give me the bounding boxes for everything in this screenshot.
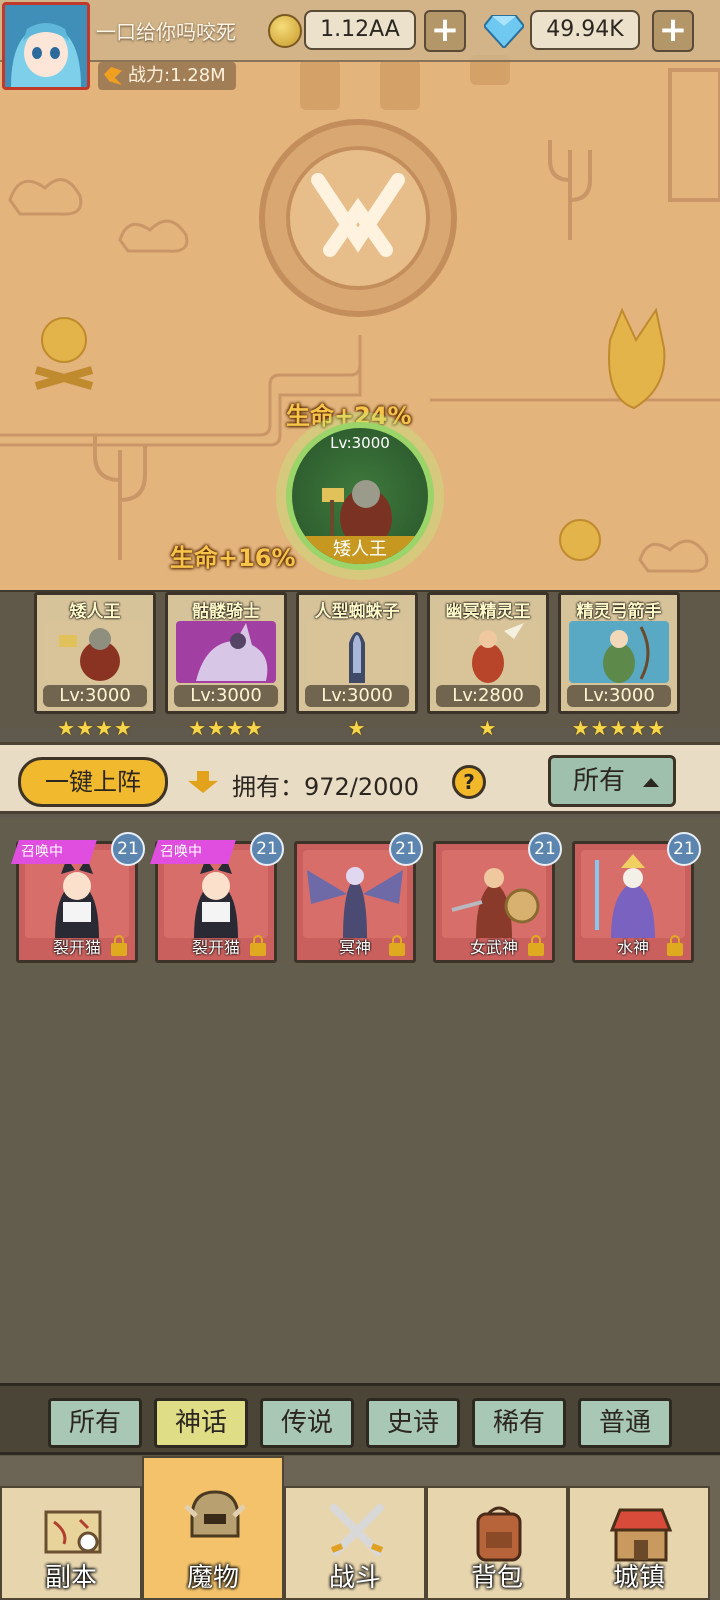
team-monster-art	[438, 621, 538, 683]
summoning-ribbon-text: 召唤中	[160, 844, 202, 860]
team-monster-art	[45, 621, 145, 683]
player-name: 一口给你吗咬死	[96, 20, 236, 44]
bottom-navigation: 副本 魔物 战斗 背包 城镇	[0, 1456, 720, 1600]
team-monster-level: Lv:3000	[567, 685, 671, 707]
featured-name: 矮人王	[292, 536, 428, 564]
monster-card[interactable]: 21 水神	[572, 832, 701, 963]
lock-icon	[528, 935, 544, 956]
nav-label: 魔物	[186, 1563, 239, 1593]
rarity-tab-mythic[interactable]: 神话	[154, 1398, 248, 1448]
collection-controls: 一键上阵 拥有：972/2000 ? 所有	[0, 742, 720, 814]
monster-art	[442, 850, 546, 938]
nav-label: 战斗	[328, 1563, 381, 1593]
rarity-tab-legendary[interactable]: 传说	[260, 1398, 354, 1448]
nav-label: 城镇	[612, 1563, 665, 1593]
lock-icon	[250, 935, 266, 956]
team-slot[interactable]: 矮人王 Lv:3000	[34, 592, 156, 714]
count-badge: 21	[667, 832, 701, 866]
nav-battle[interactable]: 战斗	[284, 1486, 426, 1600]
help-icon[interactable]: ?	[452, 765, 486, 799]
caret-up-icon	[643, 778, 659, 787]
auto-deploy-button[interactable]: 一键上阵	[18, 757, 168, 807]
rarity-filter-bar: 所有 神话 传说 史诗 稀有 普通	[0, 1383, 720, 1455]
world-map: 生命+24% Lv:3000 矮人王 生命+16%	[0, 0, 720, 608]
monster-card[interactable]: 21 冥神	[294, 832, 423, 963]
rarity-tab-common[interactable]: 普通	[578, 1398, 672, 1448]
team-monster-stars: ★	[478, 716, 498, 740]
filter-dropdown-label: 所有	[573, 766, 626, 796]
nav-label: 副本	[44, 1563, 97, 1593]
team-monster-name: 精灵弓箭手	[576, 602, 662, 622]
team-lineup: 矮人王 Lv:3000 骷髅骑士 Lv:3000 人型蜘蛛子 Lv:3000 幽…	[0, 590, 720, 740]
town-shop-icon	[609, 1508, 673, 1562]
add-gems-button[interactable]: +	[652, 10, 694, 52]
monster-helmet-icon	[184, 1490, 246, 1538]
lock-icon	[111, 935, 127, 956]
map-scroll-icon	[44, 1510, 102, 1554]
owned-count: 拥有：972/2000	[232, 773, 419, 801]
nav-dungeon[interactable]: 副本	[0, 1486, 142, 1600]
count-badge: 21	[250, 832, 284, 866]
filter-dropdown[interactable]: 所有	[548, 755, 676, 807]
gold-coin-icon	[268, 14, 302, 48]
count-badge: 21	[389, 832, 423, 866]
team-slot[interactable]: 骷髅骑士 Lv:3000	[165, 592, 287, 714]
add-gold-button[interactable]: +	[424, 10, 466, 52]
team-monster-stars: ★★★★	[57, 716, 133, 740]
team-monster-art	[569, 621, 669, 683]
team-monster-level: Lv:3000	[43, 685, 147, 707]
rarity-tab-rare[interactable]: 稀有	[472, 1398, 566, 1448]
combat-power: 战力:1.28M	[98, 62, 236, 90]
team-slot[interactable]: 幽冥精灵王 Lv:2800	[427, 592, 549, 714]
team-monster-name: 人型蜘蛛子	[314, 602, 400, 622]
lock-icon	[667, 935, 683, 956]
nav-label: 背包	[470, 1563, 523, 1593]
team-monster-art	[176, 621, 276, 683]
count-badge: 21	[111, 832, 145, 866]
lock-icon	[389, 935, 405, 956]
summoning-ribbon: 召唤中	[11, 840, 97, 864]
down-arrow-icon	[188, 771, 218, 793]
power-icon	[104, 67, 122, 85]
crossed-swords-icon	[330, 1504, 384, 1556]
anime-girl-portrait	[5, 5, 87, 87]
team-monster-name: 矮人王	[69, 602, 121, 622]
second-bonus-text: 生命+16%	[170, 544, 296, 572]
team-monster-level: Lv:3000	[174, 685, 278, 707]
monster-art	[303, 850, 407, 938]
diamond-icon	[484, 15, 524, 48]
monster-card[interactable]: 21 女武神	[433, 832, 562, 963]
monster-collection-grid: 召唤中 21 裂开猫 召唤中 21 裂开猫 21 冥神 21 女武神 21 水神	[0, 817, 720, 1383]
team-monster-name: 幽冥精灵王	[445, 602, 531, 622]
monster-card[interactable]: 召唤中 21 裂开猫	[150, 832, 284, 963]
backpack-icon	[476, 1506, 522, 1562]
count-badge: 21	[528, 832, 562, 866]
nav-town[interactable]: 城镇	[568, 1486, 710, 1600]
monster-card[interactable]: 召唤中 21 裂开猫	[11, 832, 145, 963]
gem-amount: 49.94K	[530, 10, 640, 50]
team-monster-stars: ★	[347, 716, 367, 740]
team-monster-level: Lv:3000	[305, 685, 409, 707]
team-monster-name: 骷髅骑士	[192, 602, 260, 622]
team-slot[interactable]: 人型蜘蛛子 Lv:3000	[296, 592, 418, 714]
team-monster-level: Lv:2800	[436, 685, 540, 707]
featured-monster-slot[interactable]: Lv:3000 矮人王	[286, 422, 434, 570]
top-bar: 一口给你吗咬死 1.12AA + 49.94K +	[0, 0, 720, 62]
team-slot[interactable]: 精灵弓箭手 Lv:3000	[558, 592, 680, 714]
arena-medallion	[259, 119, 457, 317]
rarity-tab-all[interactable]: 所有	[48, 1398, 142, 1448]
team-monster-art	[307, 621, 407, 683]
combat-power-text: 战力:1.28M	[128, 65, 226, 86]
rarity-tab-epic[interactable]: 史诗	[366, 1398, 460, 1448]
nav-monsters[interactable]: 魔物	[142, 1456, 284, 1600]
nav-backpack[interactable]: 背包	[426, 1486, 568, 1600]
gold-amount: 1.12AA	[304, 10, 416, 50]
team-monster-stars: ★★★★★	[571, 716, 667, 740]
player-avatar[interactable]	[2, 2, 90, 90]
monster-art	[581, 850, 685, 938]
summoning-ribbon-text: 召唤中	[21, 844, 63, 860]
team-monster-stars: ★★★★	[188, 716, 264, 740]
summoning-ribbon: 召唤中	[150, 840, 236, 864]
